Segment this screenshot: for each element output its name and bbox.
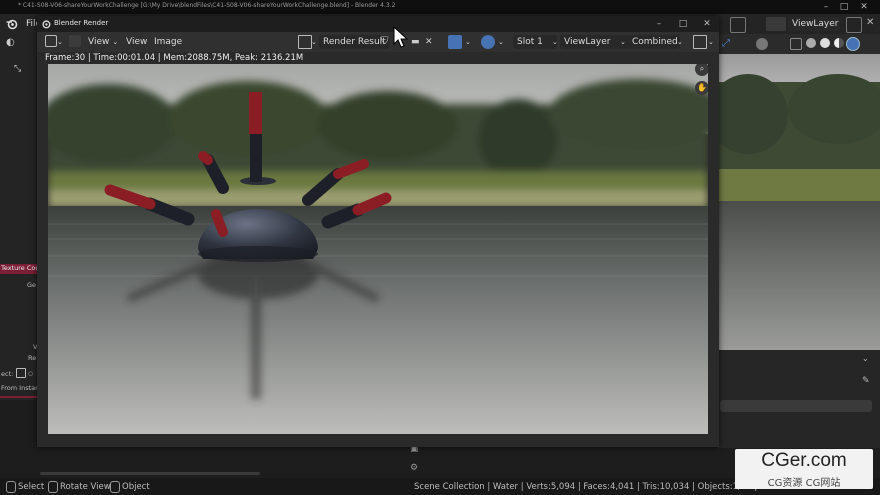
menu-image[interactable]: Image (154, 35, 182, 49)
image-name-field[interactable]: Render Result (319, 35, 390, 49)
open-image-folder-icon[interactable]: ▬ (411, 35, 423, 49)
view-mode-icon[interactable] (69, 35, 81, 47)
gizmo-icon[interactable]: ⤢ (722, 38, 736, 50)
render-minimize-button[interactable]: – (651, 18, 667, 30)
left-label-o: O (28, 370, 34, 378)
object-icon[interactable] (16, 368, 26, 378)
node-link-line (0, 396, 38, 398)
watermark-logo: CGer.com CG资源 CG网站 (735, 449, 873, 489)
mouse-middle-icon (48, 481, 58, 493)
image-browse-icon[interactable] (298, 35, 312, 49)
new-view-layer-icon[interactable] (846, 17, 862, 33)
view-menu-button[interactable]: View ⌄ (88, 35, 118, 49)
maximize-button[interactable]: □ (836, 1, 852, 13)
mouse-left-icon (6, 481, 16, 493)
chevron-down-icon[interactable]: ⌄ (465, 35, 471, 49)
shading-wire-icon[interactable] (806, 38, 816, 48)
status-rotate-view: Rotate View (60, 482, 111, 492)
watermark-subtitle: CG资源 CG网站 (767, 478, 841, 489)
render-info-text: Frame:30 | Time:00:01.04 | Mem:2088.75M,… (45, 53, 304, 63)
watermark-title: CGer.com (761, 450, 847, 471)
blender-logo-icon (42, 20, 51, 29)
xray-icon[interactable] (790, 38, 802, 50)
view-layer-select-label: ViewLayer (564, 37, 611, 47)
render-window-title: Blender Render (54, 19, 109, 27)
render-pass-select[interactable]: Combined (628, 35, 680, 49)
status-stats: Scene Collection | Water | Verts:5,094 |… (414, 482, 781, 492)
chevron-down-icon[interactable]: ⌄ (862, 354, 869, 363)
chevron-down-icon: ⌄ (112, 38, 119, 46)
chevron-down-icon[interactable]: ⌄ (498, 35, 504, 49)
mouse-right-icon (110, 481, 120, 493)
status-object: Object (122, 482, 150, 492)
pan-hand-icon[interactable]: ✋ (695, 81, 708, 95)
bottom-tool-icon-2[interactable]: ⚙ (410, 463, 422, 475)
slot-select[interactable]: Slot 1 (513, 35, 557, 49)
right-field-bar[interactable] (720, 400, 872, 412)
blender-logo-icon (6, 19, 18, 30)
unlink-image-icon[interactable]: ✕ (425, 35, 437, 49)
menu-view[interactable]: View (126, 35, 147, 49)
horizontal-scrollbar[interactable] (40, 472, 260, 475)
shading-rendered-icon[interactable] (846, 37, 860, 51)
expand-icon[interactable]: ⤡ (14, 64, 21, 74)
left-label-re: Re (28, 354, 37, 362)
pin-icon[interactable]: ✎ (862, 376, 870, 386)
mask-overlay-icon[interactable] (481, 35, 495, 49)
copy-scene-icon[interactable] (730, 17, 746, 33)
status-select: Select (18, 482, 45, 492)
sample-tool-icon[interactable] (448, 35, 462, 49)
overlay-icon[interactable] (756, 38, 768, 50)
mouse-cursor-icon (393, 26, 409, 48)
node-header-texture-coord[interactable]: Texture Coo (0, 264, 39, 274)
left-label-ect: ect: (1, 370, 14, 378)
close-button[interactable]: ✕ (856, 1, 872, 13)
view-menu-label: View (88, 37, 110, 47)
render-window-titlebar (37, 16, 719, 32)
editor-type-icon[interactable]: ◐ (6, 37, 20, 49)
render-maximize-button[interactable]: □ (675, 18, 691, 30)
chevron-down-icon[interactable]: ⌄ (311, 35, 317, 49)
shading-solid-icon[interactable] (820, 38, 830, 48)
chevron-down-icon[interactable]: ⌄ (708, 35, 714, 49)
minimize-button[interactable]: – (818, 1, 834, 13)
background-3d-viewport[interactable] (718, 54, 880, 350)
image-editor-type-icon[interactable] (45, 35, 57, 47)
shading-material-icon[interactable] (834, 38, 844, 48)
remove-view-layer-icon[interactable]: ✕ (866, 17, 878, 31)
chevron-down-icon: ⌄ (620, 38, 626, 46)
display-channels-icon[interactable] (693, 35, 707, 49)
fake-user-shield-icon[interactable]: ⛉ (381, 35, 393, 49)
top-view-layer-field[interactable]: ViewLayer (788, 17, 840, 31)
render-pass-label: Combined (632, 37, 678, 47)
render-result-image[interactable]: ⌕ ✋ (48, 64, 708, 434)
slot-select-label: Slot 1 (517, 37, 543, 47)
left-label-ge: Ge (27, 281, 37, 289)
chevron-down-icon[interactable]: ⌄ (57, 35, 63, 49)
zoom-icon[interactable]: ⌕ (695, 64, 708, 76)
render-close-button[interactable]: ✕ (699, 18, 715, 30)
main-window-title: * C41-S08-V06-shareYourWorkChallenge [G:… (18, 2, 396, 9)
left-label-from-instancer: From Instan (1, 384, 40, 392)
render-window: Blender Render – □ ✕ ⌄ View ⌄ View Image … (37, 16, 719, 447)
chevron-down-icon: ⌄ (552, 38, 558, 46)
chevron-down-icon: ⌄ (677, 38, 683, 46)
view-layer-icon[interactable] (766, 17, 786, 31)
